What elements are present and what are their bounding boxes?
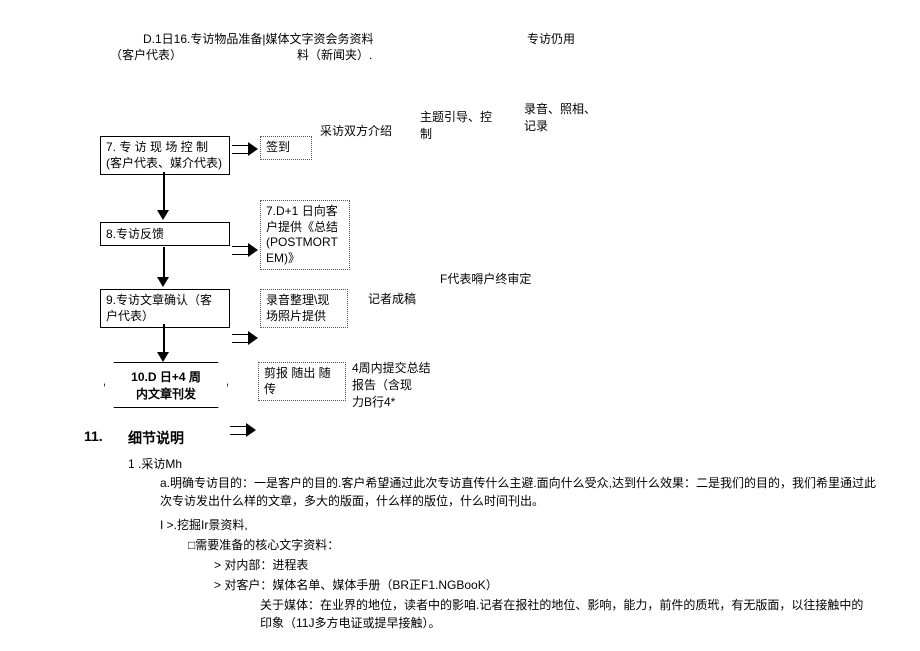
- arrow-10r: [230, 424, 256, 442]
- line-8-9: [163, 247, 165, 277]
- top-line1-right: 专访仍用: [527, 30, 575, 47]
- annot-topic: 主题引导、控 制: [420, 108, 510, 142]
- arrow-8r: [232, 244, 258, 262]
- arrow-9r: [232, 332, 258, 350]
- flow-box-10-l2: 内文章刊发: [113, 385, 219, 402]
- flow-box-9r: 录音整理\现 场照片提供: [260, 289, 348, 328]
- annot-report4w-l1: 4周内提交总结: [352, 359, 452, 376]
- annot-media-l2: 记录: [524, 117, 614, 134]
- flow-box-10r: 剪报 随出 随 传: [258, 362, 346, 401]
- annot-report4w-l3: 力B行4*: [352, 393, 452, 410]
- flow-box-7-l2: (客户代表、媒介代表): [106, 156, 224, 172]
- flow-box-9: 9.专访文章确认（客 户代表）: [100, 289, 230, 328]
- annot-review: F代表嘚户终审定: [440, 270, 531, 287]
- flow-box-9r-l1: 录音整理\现: [266, 293, 342, 309]
- sub-1-b-title: I >.挖掘Ir景资料,: [160, 516, 248, 533]
- section-number: 11.: [84, 428, 103, 444]
- arrowhead-8-9: [157, 277, 169, 287]
- flow-box-10: 10.D 日+4 周 内文章刊发: [104, 362, 228, 408]
- flow-box-8r-l3: (POSTMORT: [266, 235, 344, 251]
- annot-intro: 采访双方介绍: [320, 122, 392, 139]
- flow-box-7-l1: 7. 专 访 现 场 控 制: [106, 140, 224, 156]
- flow-box-8r: 7.D+1 日向客 户提供《总结 (POSTMORT EM)》: [260, 200, 350, 270]
- annot-media: 录音、照相、 记录: [524, 100, 614, 134]
- annot-media-l1: 录音、照相、: [524, 100, 614, 117]
- sub-1-title: 1 .采访Mh: [128, 455, 182, 472]
- flow-box-10r-l1: 剪报 随出 随: [264, 366, 340, 382]
- flow-box-8-text: 8.专访反馈: [106, 227, 164, 241]
- flow-box-9r-l2: 场照片提供: [266, 309, 342, 325]
- annot-report4w: 4周内提交总结 报告（含现 力B行4*: [352, 359, 452, 410]
- top-line2-left: （客户代表）: [110, 46, 182, 63]
- flow-box-8r-l2: 户提供《总结: [266, 220, 344, 236]
- flow-box-8r-l4: EM)》: [266, 251, 344, 267]
- sub-1-b-1-2: > 对客户：媒体名单、媒体手册（BR正F1.NGBooK）: [214, 576, 498, 593]
- arrowhead-7-8: [157, 210, 169, 220]
- annot-topic-l1: 主题引导、控: [420, 108, 510, 125]
- annot-reporter: 记者成稿: [368, 290, 416, 307]
- flow-box-10-l1: 10.D 日+4 周: [113, 368, 219, 385]
- flow-box-9-l2: 户代表）: [106, 309, 224, 325]
- line-7-8: [163, 172, 165, 210]
- flow-box-10r-l2: 传: [264, 382, 340, 398]
- annot-report4w-l2: 报告（含现: [352, 376, 452, 393]
- annot-topic-l2: 制: [420, 125, 510, 142]
- arrowhead-9-10: [157, 352, 169, 362]
- line-9-10: [163, 324, 165, 352]
- sub-1-b-1-1: > 对内部：进程表: [214, 556, 308, 573]
- section-title: 细节说明: [128, 428, 184, 448]
- flow-box-8: 8.专访反馈: [100, 222, 230, 246]
- sub-1-a: a.明确专访目的：一是客户的目的.客户希望通过此次专访直传什么主避.面向什么受众…: [160, 474, 880, 510]
- flow-box-7: 7. 专 访 现 场 控 制 (客户代表、媒介代表): [100, 136, 230, 175]
- arrow-7r: [232, 143, 258, 161]
- flow-box-9-l1: 9.专访文章确认（客: [106, 293, 224, 309]
- flow-box-8r-l1: 7.D+1 日向客: [266, 204, 344, 220]
- top-line1-left: D.1日16.专访物品准备|媒体文字资会务资料: [143, 30, 373, 47]
- sub-1-b-1-3: 关于媒体：在业界的地位，读者中的影咱.记者在报社的地位、影响，能力，前件的质玳，…: [260, 596, 870, 632]
- sub-1-b-1: □需要准备的核心文字资料：: [188, 536, 339, 553]
- flow-box-7r: 签到: [260, 136, 312, 160]
- top-line2-mid: 料（新闻夹）.: [297, 46, 372, 63]
